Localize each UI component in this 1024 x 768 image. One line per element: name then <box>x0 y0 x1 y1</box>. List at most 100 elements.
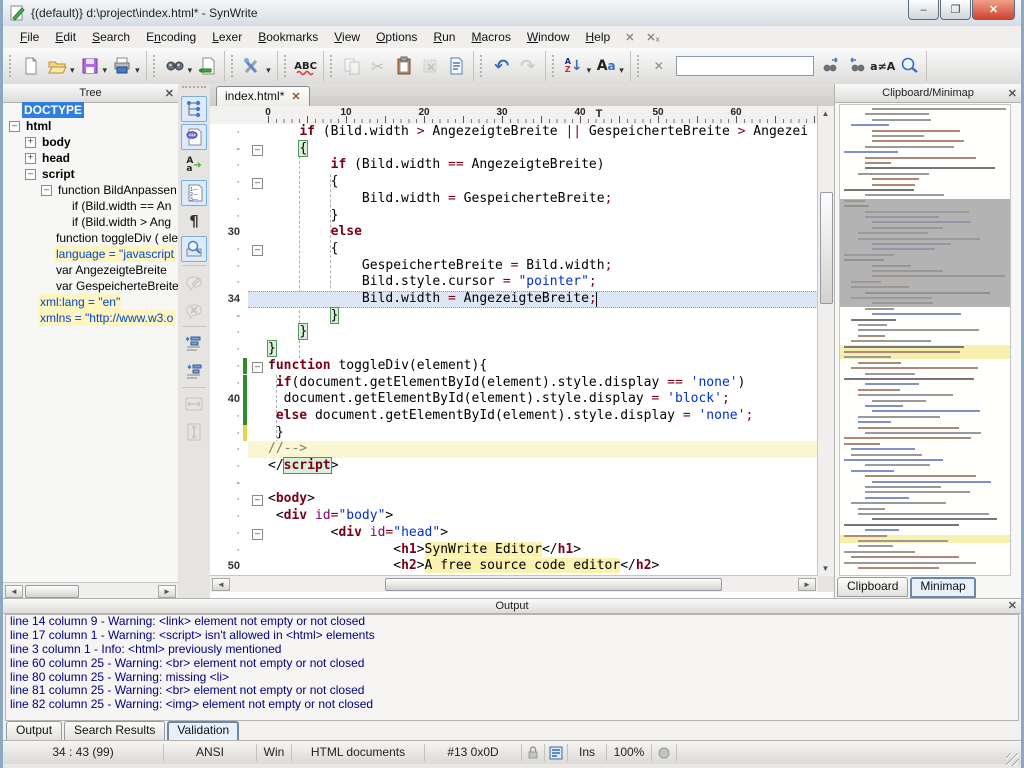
save-dropdown-icon[interactable]: ▾ <box>103 65 108 76</box>
scroll-down-icon[interactable]: ▼ <box>820 563 831 574</box>
close-all-documents-icon[interactable]: ✕ₓ <box>640 31 665 44</box>
open-dropdown-icon[interactable]: ▾ <box>70 65 75 76</box>
code-line[interactable]: <div id="body"> <box>268 508 818 525</box>
spell-check-icon[interactable]: ABC <box>294 54 318 78</box>
quick-search-input[interactable] <box>676 56 814 76</box>
code-line[interactable]: Bild.width = AngezeigteBreite; <box>268 291 818 308</box>
menu-view[interactable]: View <box>327 27 367 47</box>
gutter-line-number[interactable]: · <box>210 508 240 525</box>
tree-item[interactable]: –html <box>3 118 178 134</box>
menu-help[interactable]: Help <box>579 27 618 47</box>
code-line[interactable]: <h1>SynWrite Editor</h1> <box>268 542 818 559</box>
fold-collapse-icon[interactable]: – <box>252 245 263 256</box>
tree-hscroll-thumb[interactable] <box>25 585 79 598</box>
status-lexer[interactable]: HTML documents <box>292 744 425 761</box>
validation-message[interactable]: line 60 column 25 - Warning: <br> elemen… <box>6 657 1018 671</box>
fold-collapse-icon[interactable]: – <box>252 529 263 540</box>
print-dropdown-icon[interactable]: ▾ <box>135 65 140 76</box>
gutter-line-number[interactable]: · <box>210 458 240 475</box>
open-icon[interactable] <box>45 54 69 78</box>
fold-collapse-icon[interactable]: – <box>252 145 263 156</box>
tree-item[interactable]: +body <box>3 134 178 150</box>
gutter-line-number[interactable]: · <box>210 124 240 141</box>
tab-minimap[interactable]: Minimap <box>910 577 975 598</box>
gutter-line-number[interactable]: · <box>210 157 240 174</box>
code-line[interactable]: if (Bild.width == AngezeigteBreite) <box>268 157 818 174</box>
menu-edit[interactable]: Edit <box>48 27 83 47</box>
gutter-line-number[interactable]: - <box>210 141 240 158</box>
tree-item[interactable]: –script <box>3 166 178 182</box>
tree-item[interactable]: language = "javascript <box>3 246 178 262</box>
gutter-line-number[interactable]: · <box>210 341 240 358</box>
find-icon[interactable] <box>163 54 187 78</box>
word-wrap-icon[interactable] <box>545 744 568 761</box>
tree-item[interactable]: +head <box>3 150 178 166</box>
code-line[interactable]: else <box>268 224 818 241</box>
find-dropdown-icon[interactable]: ▾ <box>188 65 193 76</box>
gutter-line-number[interactable]: 34 <box>210 291 240 308</box>
scroll-up-icon[interactable]: ▲ <box>820 108 831 119</box>
code-line[interactable]: if (Bild.width > AngezeigteBreite || Ges… <box>268 124 818 141</box>
gutter-line-number[interactable]: · <box>210 441 240 458</box>
unindent-icon[interactable] <box>181 358 207 384</box>
code-line[interactable]: function toggleDiv(element){ <box>268 358 818 375</box>
tree-close-icon[interactable]: ✕ <box>165 85 174 103</box>
output-close-icon[interactable]: ✕ <box>1008 599 1017 613</box>
tree-item[interactable]: if (Bild.width == An <box>3 198 178 214</box>
tree-hscrollbar[interactable]: ◄ ► <box>3 582 178 598</box>
expand-icon[interactable]: + <box>25 153 36 164</box>
code-line[interactable]: if(document.getElementById(element).styl… <box>268 375 818 392</box>
code-line[interactable]: } <box>268 208 818 225</box>
tab-close-icon[interactable]: ✕ <box>291 91 300 103</box>
change-case-dropdown-icon[interactable]: ▾ <box>619 65 624 76</box>
gutter-line-number[interactable]: · <box>210 241 240 258</box>
minimap-visible-region[interactable] <box>840 199 1010 307</box>
gutter-line-number[interactable]: · <box>210 375 240 392</box>
gutter-line-number[interactable]: · <box>210 258 240 275</box>
sort-icon[interactable]: AZ↓ <box>562 54 586 78</box>
gutter-line-number[interactable]: - <box>210 475 240 492</box>
new-file-icon[interactable] <box>19 54 43 78</box>
code-line[interactable]: { <box>268 141 818 158</box>
collapse-icon[interactable]: – <box>9 121 20 132</box>
validation-message[interactable]: line 14 column 9 - Warning: <link> eleme… <box>6 615 1018 629</box>
code-line[interactable]: else document.getElementById(element).st… <box>268 408 818 425</box>
close-button[interactable]: ✕ <box>972 0 1015 20</box>
indent-icon[interactable] <box>181 330 207 356</box>
tree-item[interactable]: var AngezeigteBreite <box>3 262 178 278</box>
menu-macros[interactable]: Macros <box>464 27 517 47</box>
sort-dropdown-icon[interactable]: ▾ <box>587 65 592 76</box>
scroll-left-icon[interactable]: ◄ <box>5 585 23 598</box>
code-line[interactable]: <body> <box>268 491 818 508</box>
undo-icon[interactable]: ↶ <box>490 54 514 78</box>
gutter-line-number[interactable]: · <box>210 408 240 425</box>
tab-output[interactable]: Output <box>6 721 62 741</box>
code-line[interactable]: </script> <box>268 458 818 475</box>
validation-message[interactable]: line 82 column 25 - Warning: <img> eleme… <box>6 698 1018 712</box>
minimap-close-icon[interactable]: ✕ <box>1008 85 1017 103</box>
zoom-icon[interactable] <box>897 54 921 78</box>
code-tree-icon[interactable] <box>181 96 207 122</box>
gutter-line-number[interactable]: · <box>210 425 240 442</box>
status-encoding[interactable]: ANSI <box>164 744 257 761</box>
print-icon[interactable] <box>110 54 134 78</box>
status-line-ends[interactable]: Win <box>257 744 292 761</box>
code-line[interactable]: //--> <box>268 441 818 458</box>
tree-item[interactable]: xml:lang = "en" <box>3 294 178 310</box>
code-line[interactable]: } <box>268 341 818 358</box>
editor-vscroll-thumb[interactable] <box>820 192 833 304</box>
find-prev-icon[interactable] <box>845 54 869 78</box>
tab-validation[interactable]: Validation <box>167 721 239 742</box>
gutter-line-number[interactable]: · <box>210 274 240 291</box>
code-line[interactable]: { <box>268 241 818 258</box>
code-line[interactable]: Bild.width = GespeicherteBreite; <box>268 191 818 208</box>
expand-icon[interactable]: + <box>25 137 36 148</box>
gutter-line-number[interactable]: · <box>210 174 240 191</box>
status-zoom-level[interactable]: 100% <box>607 744 652 761</box>
menu-window[interactable]: Window <box>520 27 577 47</box>
code-line[interactable]: document.getElementById(element).style.d… <box>268 391 818 408</box>
gutter-line-number[interactable]: 30 <box>210 224 240 241</box>
collapse-icon[interactable]: – <box>41 185 52 196</box>
fold-collapse-icon[interactable]: – <box>252 495 263 506</box>
gutter-line-number[interactable]: 40 <box>210 391 240 408</box>
